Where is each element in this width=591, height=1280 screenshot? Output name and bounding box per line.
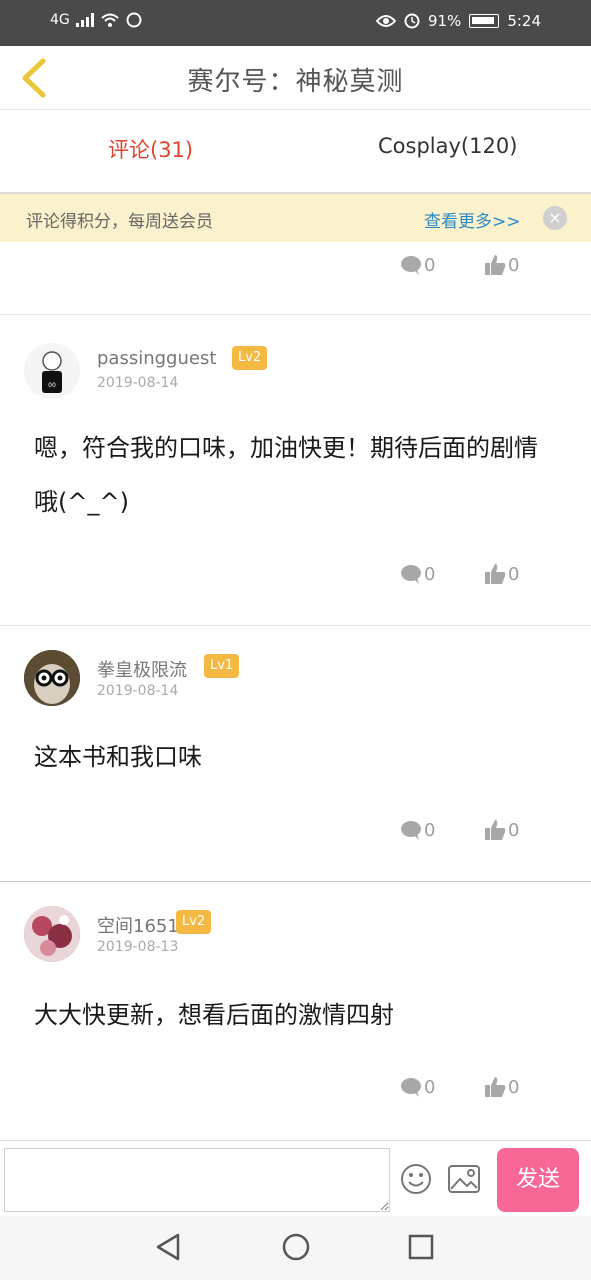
- avatar-image: 00: [42, 351, 62, 393]
- reply-button[interactable]: 0: [400, 563, 435, 585]
- level-badge: Lv2: [232, 346, 268, 370]
- promo-banner: 评论得积分，每周送会员 查看更多>>: [0, 194, 591, 242]
- square-recents-icon: [408, 1234, 434, 1260]
- username[interactable]: 拳皇极限流: [97, 656, 187, 682]
- emoji-button[interactable]: [400, 1163, 432, 1199]
- reply-count: 0: [424, 563, 436, 585]
- nav-recents-button[interactable]: [407, 1232, 435, 1266]
- comment-item: 空间1651 Lv2 2019-08-13 大大快更新，想看后面的激情四射 0 …: [0, 882, 591, 1138]
- level-badge: Lv2: [176, 910, 212, 934]
- comment-bubble-icon: [401, 1078, 421, 1097]
- comment-date: 2019-08-13: [97, 939, 179, 955]
- avatar[interactable]: [24, 650, 80, 706]
- comment-date: 2019-08-14: [97, 683, 179, 699]
- reply-button[interactable]: 0: [400, 254, 435, 276]
- battery-icon: [469, 14, 500, 28]
- comment-input-bar: 发送: [0, 1140, 591, 1216]
- comment-actions: 0 0: [400, 1076, 540, 1106]
- comment-text: 大大快更新，想看后面的激情四射: [34, 1001, 394, 1029]
- avatar[interactable]: 00: [24, 343, 80, 399]
- close-banner-button[interactable]: ×: [543, 206, 567, 230]
- comment-date: 2019-08-14: [97, 375, 179, 391]
- nav-home-button[interactable]: [281, 1232, 311, 1266]
- thumbs-up-icon: [485, 820, 506, 840]
- comment-item: 00 passingguest Lv2 2019-08-14 嗯，符合我的口味，…: [0, 315, 591, 625]
- avatar-image: [24, 650, 80, 706]
- like-count: 0: [508, 1076, 520, 1098]
- comment-actions: 0 0: [400, 563, 540, 593]
- smiley-icon: [401, 1164, 431, 1194]
- status-bar: 4G 91% 5:24: [0, 0, 591, 46]
- triangle-back-icon: [156, 1233, 180, 1261]
- nav-back-button[interactable]: [154, 1232, 182, 1266]
- avatar-image: [24, 906, 80, 962]
- username[interactable]: passingguest: [97, 348, 216, 369]
- reply-count: 0: [424, 819, 436, 841]
- reply-button[interactable]: 0: [400, 819, 435, 841]
- like-button[interactable]: 0: [484, 563, 519, 585]
- send-button[interactable]: 发送: [497, 1148, 579, 1212]
- signal-icon: [75, 13, 94, 27]
- circle-home-icon: [282, 1233, 310, 1261]
- thumbs-up-icon: [485, 255, 506, 275]
- like-count: 0: [508, 563, 520, 585]
- wifi-icon: [101, 13, 119, 27]
- comment-bubble-icon: [401, 821, 421, 840]
- reply-count: 0: [424, 254, 436, 276]
- comment-bubble-icon: [401, 565, 421, 584]
- battery-percent: 91%: [427, 12, 462, 30]
- tab-cosplay[interactable]: Cosplay(120): [378, 134, 517, 158]
- like-button[interactable]: 0: [484, 1076, 519, 1098]
- thumbs-up-icon: [485, 1077, 506, 1097]
- avatar[interactable]: [24, 906, 80, 962]
- network-label: 4G: [50, 12, 70, 28]
- alarm-icon: [404, 13, 420, 29]
- comment-bubble-icon: [401, 256, 421, 275]
- top-bar: 赛尔号：神秘莫测: [0, 46, 591, 110]
- like-button[interactable]: 0: [484, 254, 519, 276]
- comment-item: 拳皇极限流 Lv1 2019-08-14 这本书和我口味 0 0: [0, 626, 591, 882]
- view-more-link[interactable]: 查看更多>>: [424, 207, 521, 232]
- like-count: 0: [508, 254, 520, 276]
- page-title: 赛尔号：神秘莫测: [187, 67, 404, 97]
- username[interactable]: 空间1651: [97, 912, 179, 938]
- comment-actions: 0 0: [400, 819, 540, 849]
- banner-text: 评论得积分，每周送会员: [26, 212, 213, 232]
- reply-count: 0: [424, 1076, 436, 1098]
- clock-time: 5:24: [507, 12, 541, 30]
- system-nav-bar: [0, 1216, 591, 1280]
- like-button[interactable]: 0: [484, 819, 519, 841]
- comment-text: 嗯，符合我的口味，加油快更！期待后面的剧情哦(^_^): [34, 434, 538, 516]
- tab-comments[interactable]: 评论(31): [108, 134, 193, 164]
- comment-actions: 0 0: [400, 254, 540, 284]
- like-count: 0: [508, 819, 520, 841]
- reply-button[interactable]: 0: [400, 1076, 435, 1098]
- comment-text: 这本书和我口味: [34, 743, 202, 771]
- data-saver-icon: [126, 12, 142, 28]
- image-icon: [448, 1165, 480, 1193]
- thumbs-up-icon: [485, 564, 506, 584]
- comment-input[interactable]: [4, 1148, 390, 1212]
- tab-bar: 评论(31) Cosplay(120): [0, 110, 591, 194]
- level-badge: Lv1: [204, 654, 240, 678]
- image-button[interactable]: [448, 1165, 480, 1197]
- svg-text:00: 00: [48, 382, 56, 389]
- eye-icon: [375, 15, 396, 27]
